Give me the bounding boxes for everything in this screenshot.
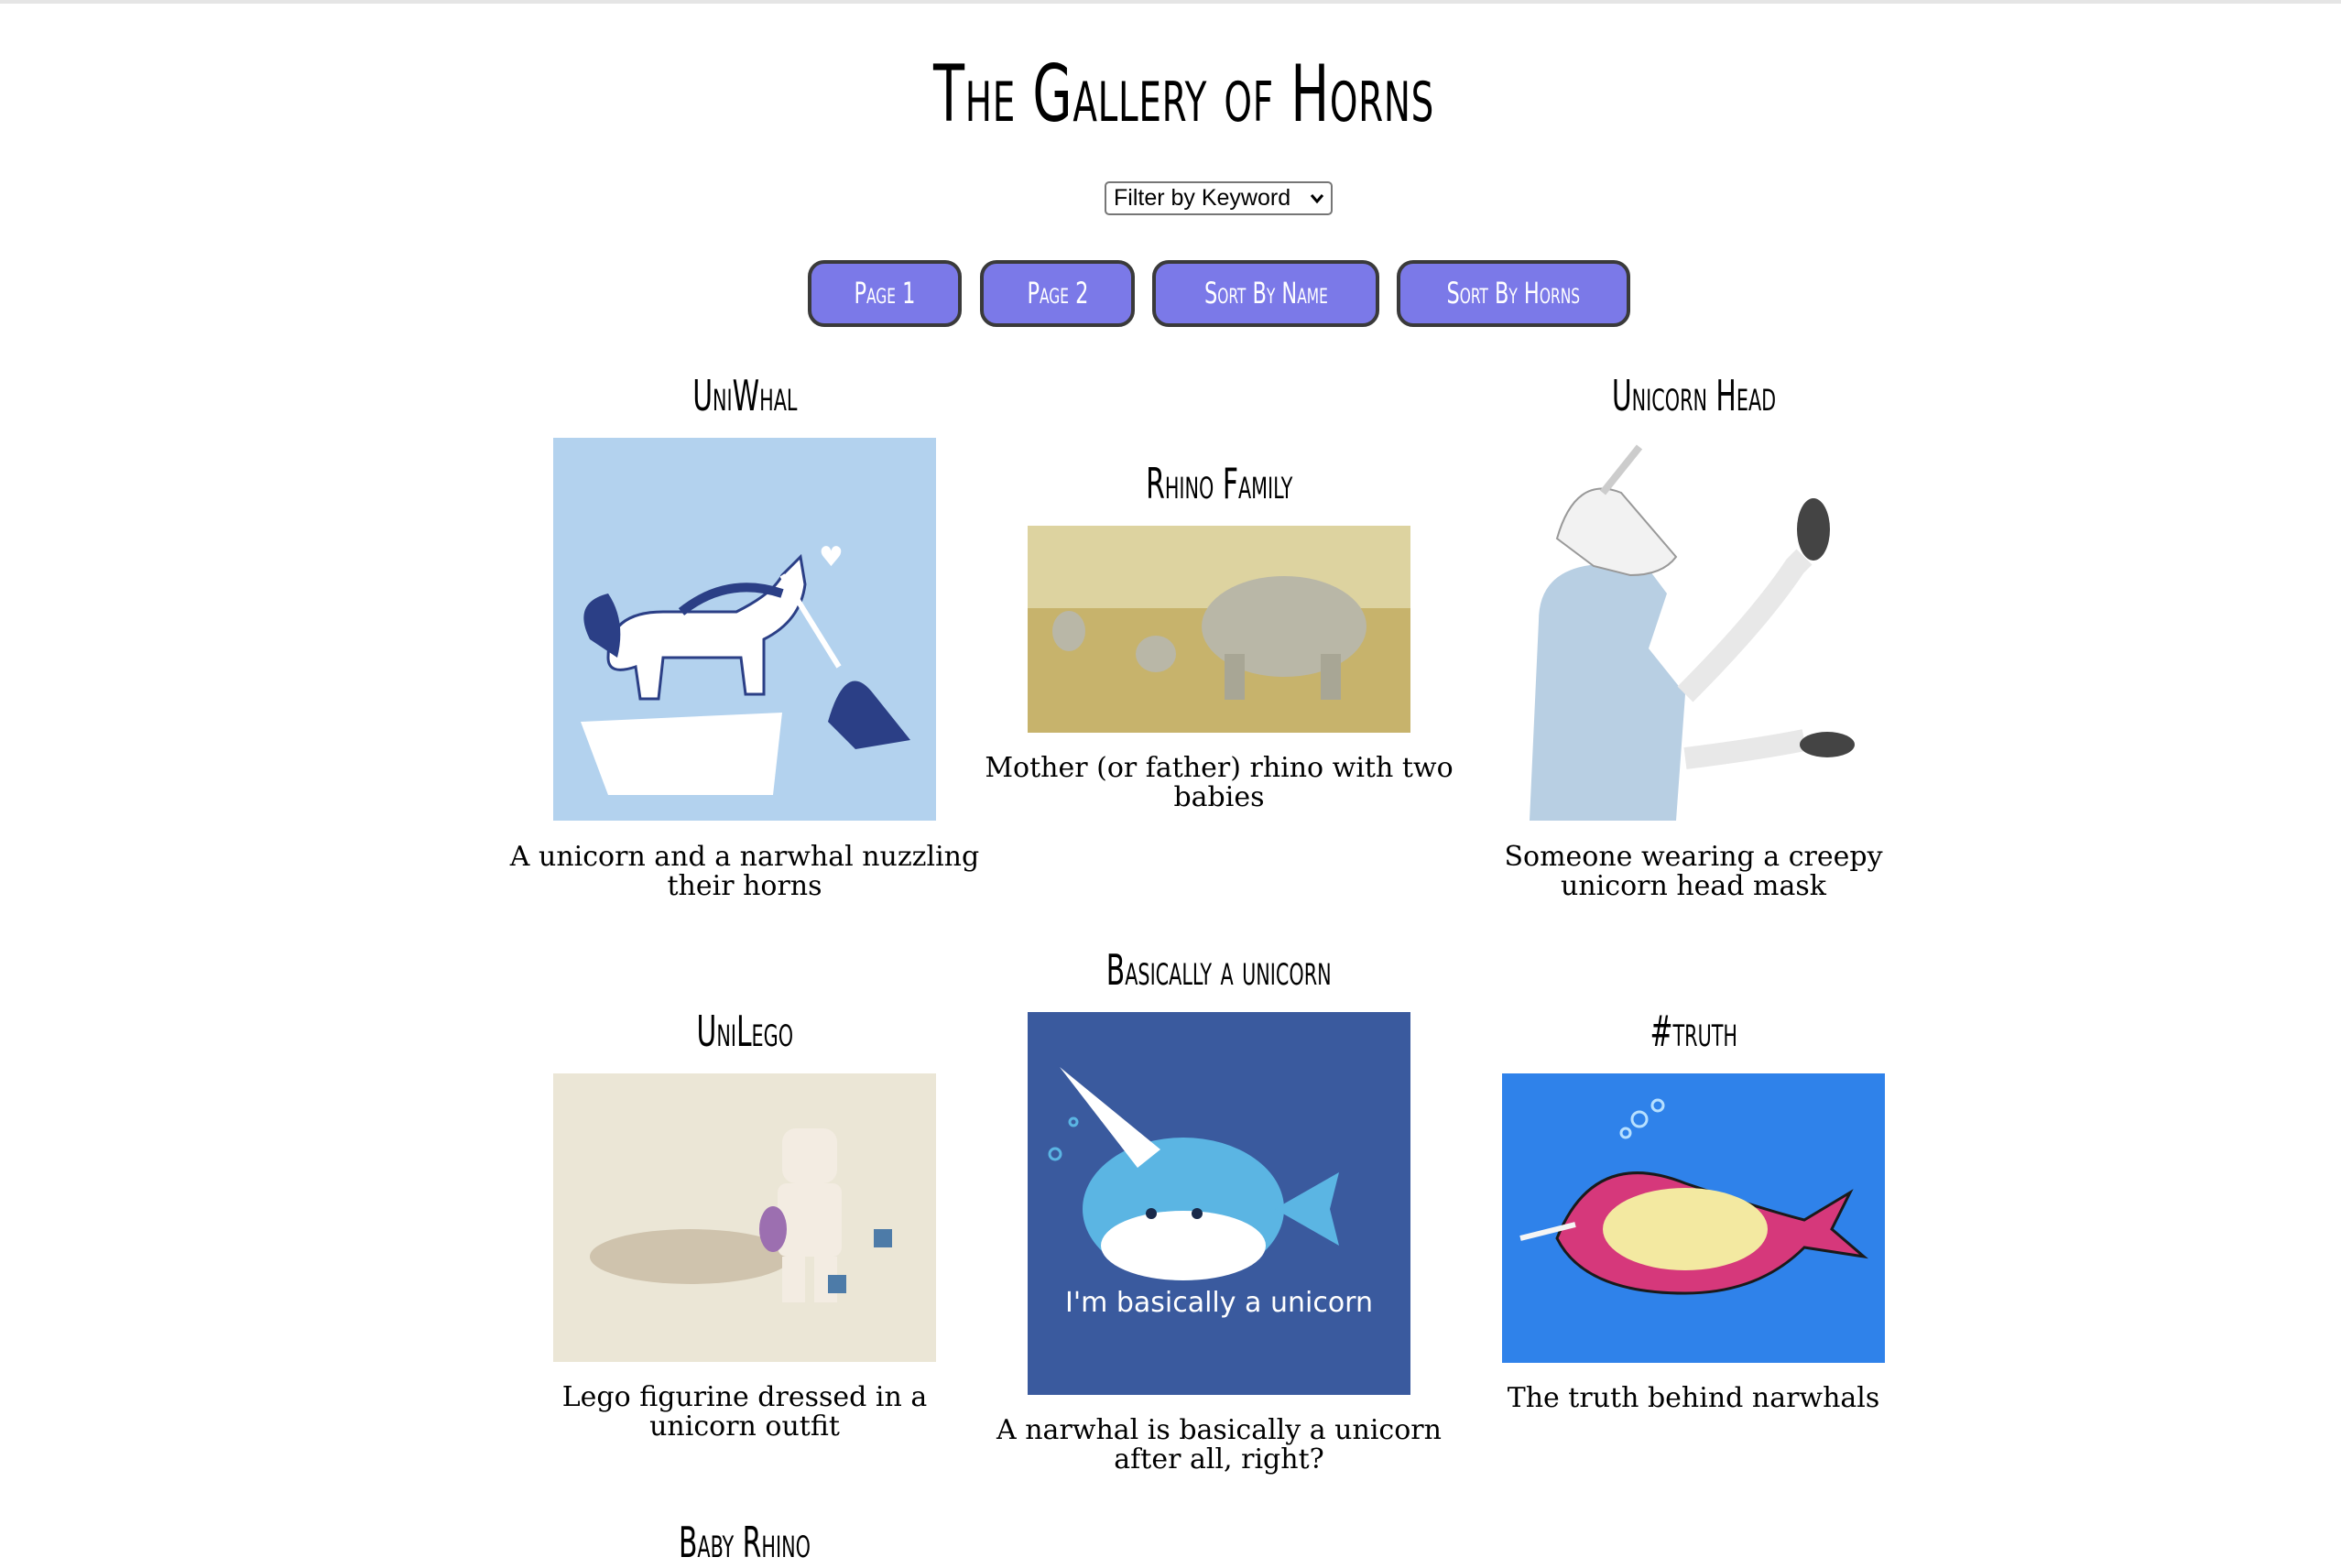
card-description-truth: The truth behind narwhals	[1507, 1382, 1880, 1414]
card-description-unicorn-head: Someone wearing a creepy unicorn head ma…	[1504, 841, 1883, 902]
card-image-uniwhal[interactable]: ♥	[553, 438, 936, 821]
browser-top-border	[0, 0, 2341, 4]
card-description-rhino-family: Mother (or father) rhino with two babies	[985, 752, 1454, 813]
card-title-unilego: UniLego	[696, 1007, 793, 1056]
card-image-unicorn-head[interactable]	[1502, 438, 1885, 821]
svg-text:♥: ♥	[819, 541, 844, 573]
card-image-unilego[interactable]	[553, 1073, 936, 1362]
page-title: The Gallery of Horns	[933, 49, 1435, 140]
filter-selected-value: Filter by Keyword	[1114, 185, 1291, 211]
card-title-rhino-family: Rhino Family	[1145, 459, 1293, 508]
card-description-uniwhal: A unicorn and a narwhal nuzzling their h…	[509, 841, 980, 902]
card-title-baby-rhino: Baby Rhino	[679, 1518, 811, 1567]
card-title-truth: #truth	[1650, 1007, 1737, 1056]
sort-by-name-button[interactable]: Sort By Name	[1152, 260, 1379, 327]
chevron-down-icon	[1309, 183, 1325, 223]
card-image-truth[interactable]	[1502, 1073, 1885, 1363]
image-caption-text: I'm basically a unicorn	[1064, 1287, 1374, 1319]
card-title-basically-a-unicorn: Basically a unicorn	[1106, 945, 1332, 995]
page-2-button[interactable]: Page 2	[980, 260, 1135, 327]
card-title-uniwhal: UniWhal	[691, 371, 798, 420]
keyword-filter-select[interactable]: Filter by Keyword	[1105, 181, 1333, 215]
card-image-basically-a-unicorn[interactable]: I'm basically a unicorn	[1028, 1012, 1410, 1395]
page-1-button[interactable]: Page 1	[808, 260, 962, 327]
card-title-unicorn-head: Unicorn Head	[1611, 371, 1776, 420]
card-image-rhino-family[interactable]	[1028, 526, 1410, 733]
sort-by-horns-button[interactable]: Sort By Horns	[1397, 260, 1630, 327]
card-description-basically-a-unicorn: A narwhal is basically a unicorn after a…	[996, 1414, 1442, 1475]
card-description-unilego: Lego figurine dressed in a unicorn outfi…	[561, 1381, 928, 1443]
